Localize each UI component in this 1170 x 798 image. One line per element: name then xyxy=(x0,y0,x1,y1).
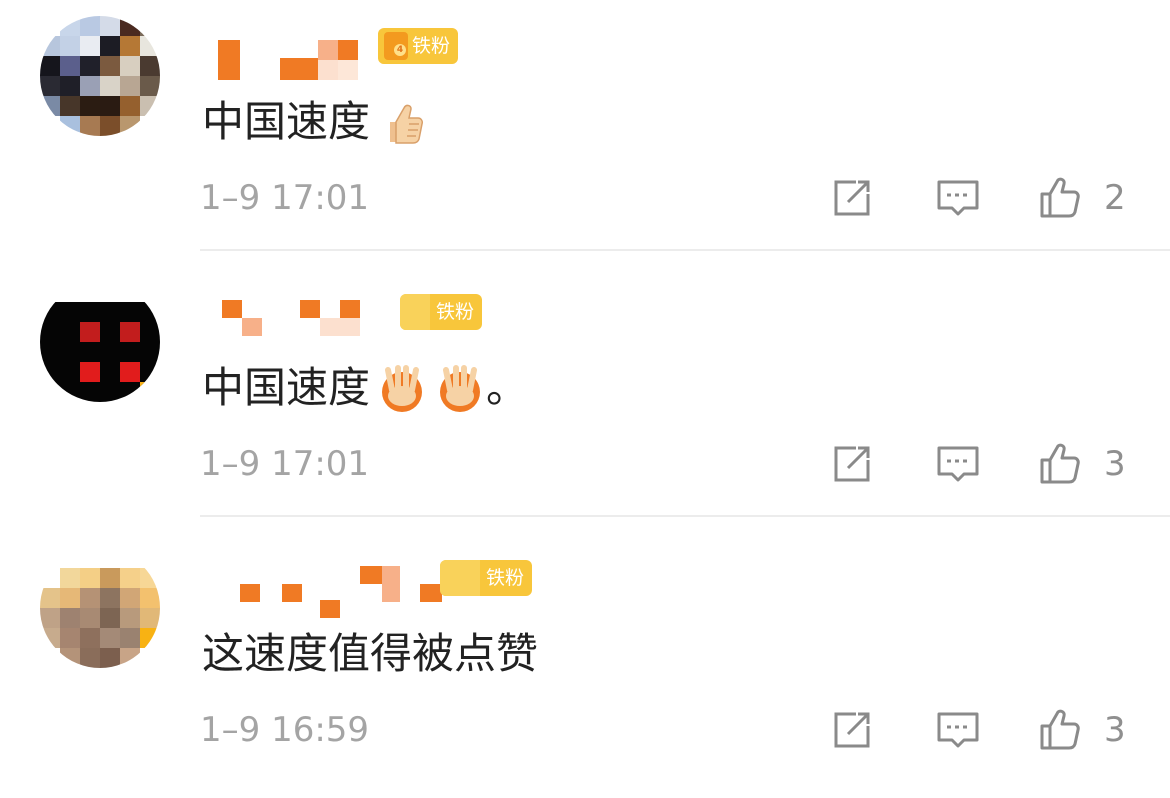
like-count: 2 xyxy=(1104,178,1126,218)
fan-badge-label: 铁粉 xyxy=(412,35,451,57)
like-button[interactable] xyxy=(1036,440,1084,488)
fan-badge[interactable]: 铁粉 xyxy=(440,560,533,596)
share-icon xyxy=(834,446,870,482)
comment-item: 铁粉 这速度值得被点赞 1–9 16:59 3 xyxy=(0,532,1170,798)
like-count: 3 xyxy=(1104,444,1126,484)
fan-level-icon xyxy=(440,560,480,596)
comment-text-body: 中国速度 xyxy=(202,363,371,412)
thumbs-up-emoji xyxy=(390,104,424,144)
share-button[interactable] xyxy=(828,706,876,754)
share-icon xyxy=(834,180,870,216)
fan-badge[interactable]: 铁粉 xyxy=(400,294,483,330)
fan-level-number: 4 xyxy=(394,44,406,56)
timestamp: 1–9 16:59 xyxy=(200,710,370,750)
comment-text: 中国速度 。 xyxy=(202,360,528,416)
victory-hands-emoji xyxy=(440,365,481,412)
comment-text-body: 中国速度 xyxy=(202,97,371,146)
fan-level-icon xyxy=(400,294,430,330)
victory-hands-emoji xyxy=(382,365,423,412)
comment-icon xyxy=(937,712,979,748)
reply-button[interactable] xyxy=(934,440,982,488)
share-button[interactable] xyxy=(828,440,876,488)
like-icon xyxy=(1040,177,1080,218)
like-icon xyxy=(1040,709,1080,750)
divider xyxy=(200,249,1170,251)
comment-text: 这速度值得被点赞 xyxy=(202,626,538,682)
fan-badge[interactable]: 4 铁粉 xyxy=(378,28,459,64)
like-icon xyxy=(1040,443,1080,484)
share-button[interactable] xyxy=(828,174,876,222)
comment-text: 中国速度 xyxy=(202,94,428,150)
timestamp: 1–9 17:01 xyxy=(200,178,370,218)
like-button[interactable] xyxy=(1036,706,1084,754)
comment-text-body: 这速度值得被点赞 xyxy=(202,629,539,678)
reply-button[interactable] xyxy=(934,706,982,754)
comment-item: 铁粉 中国速度 。 1–9 17:01 3 xyxy=(0,266,1170,532)
timestamp: 1–9 17:01 xyxy=(200,444,370,484)
comment-icon xyxy=(937,180,979,216)
comment-text-suffix: 。 xyxy=(486,363,529,412)
comment-item: 4 铁粉 中国速度 1–9 17:01 2 xyxy=(0,0,1170,266)
reply-button[interactable] xyxy=(934,174,982,222)
comment-icon xyxy=(937,446,979,482)
share-icon xyxy=(834,712,870,748)
avatar[interactable] xyxy=(40,16,160,136)
avatar[interactable] xyxy=(40,282,160,402)
like-button[interactable] xyxy=(1036,174,1084,222)
like-count: 3 xyxy=(1104,710,1126,750)
divider xyxy=(200,515,1170,517)
fan-badge-label: 铁粉 xyxy=(486,567,525,589)
avatar[interactable] xyxy=(40,548,160,668)
fan-badge-label: 铁粉 xyxy=(436,301,475,323)
